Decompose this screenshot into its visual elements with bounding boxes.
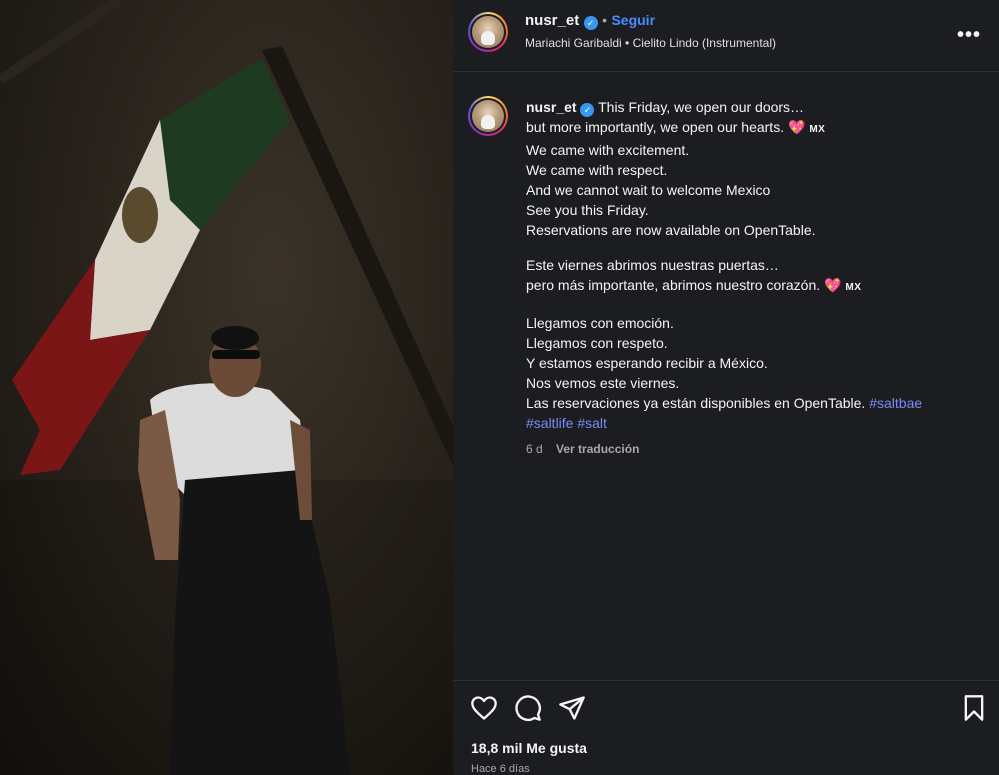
music-bullet: • <box>625 36 630 50</box>
hashtag-link[interactable]: #salt <box>577 415 607 431</box>
heart-emoji-2: 💖 <box>824 277 842 293</box>
music-artist[interactable]: Mariachi Garibaldi <box>525 36 622 50</box>
mexico-flag-text-2: MX <box>845 282 862 293</box>
like-heart-icon[interactable] <box>470 694 498 722</box>
author-avatar[interactable] <box>468 12 508 52</box>
post-photo <box>0 0 453 775</box>
post-media[interactable] <box>0 0 453 775</box>
caption-line: This Friday, we open our doors… <box>598 99 805 115</box>
caption-line: And we cannot wait to welcome Mexico <box>526 182 771 198</box>
more-options-icon[interactable]: ••• <box>957 24 981 47</box>
caption-line: Y estamos esperando recibir a México. <box>526 355 768 371</box>
caption-username[interactable]: nusr_et <box>526 99 577 115</box>
caption-meta: 6 d Ver traducción <box>526 442 639 456</box>
caption-line: Llegamos con respeto. <box>526 335 668 351</box>
post-caption: nusr_et ✓ This Friday, we open our doors… <box>526 97 966 433</box>
hashtag-link[interactable]: #saltlife <box>526 415 573 431</box>
post-actions: 18,8 mil Me gusta Hace 6 días <box>453 680 999 775</box>
comment-icon[interactable] <box>514 694 542 722</box>
caption-verified-badge-icon: ✓ <box>580 103 595 117</box>
header-separator: • <box>602 12 607 28</box>
save-bookmark-icon[interactable] <box>960 694 988 722</box>
caption-line: Reservations are now available on OpenTa… <box>526 222 816 238</box>
caption-line: Este viernes abrimos nuestras puertas… <box>526 257 779 273</box>
share-send-icon[interactable] <box>558 694 586 722</box>
see-translation-button[interactable]: Ver traducción <box>556 442 639 456</box>
caption-line: We came with respect. <box>526 162 668 178</box>
caption-line: We came with excitement. <box>526 142 690 158</box>
post-details-panel: nusr_et ✓ • Seguir Mariachi Garibaldi • … <box>453 0 999 775</box>
like-count[interactable]: 18,8 mil Me gusta <box>471 740 587 756</box>
caption-line: See you this Friday. <box>526 202 649 218</box>
hashtag-link[interactable]: #saltbae <box>869 395 922 411</box>
heart-emoji: 💖 <box>787 119 806 135</box>
caption-line: Las reservaciones ya están disponibles e… <box>526 395 866 411</box>
verified-badge-icon: ✓ <box>583 16 598 30</box>
caption-line: but more importantly, we open our hearts… <box>526 119 785 135</box>
mexico-flag-text: MX <box>809 124 826 135</box>
music-info[interactable]: Mariachi Garibaldi • Cielito Lindo (Inst… <box>525 36 776 50</box>
caption-line: Nos vemos este viernes. <box>526 375 680 391</box>
music-track[interactable]: Cielito Lindo (Instrumental) <box>633 36 776 50</box>
caption-line: Llegamos con emoción. <box>526 315 674 331</box>
caption-author-avatar[interactable] <box>468 96 508 136</box>
author-username[interactable]: nusr_et <box>525 12 579 29</box>
caption-line: pero más importante, abrimos nuestro cor… <box>526 277 821 293</box>
follow-button[interactable]: Seguir <box>611 12 655 28</box>
post-header: nusr_et ✓ • Seguir Mariachi Garibaldi • … <box>453 0 999 72</box>
caption-time: 6 d <box>526 442 543 456</box>
post-date: Hace 6 días <box>471 763 530 775</box>
